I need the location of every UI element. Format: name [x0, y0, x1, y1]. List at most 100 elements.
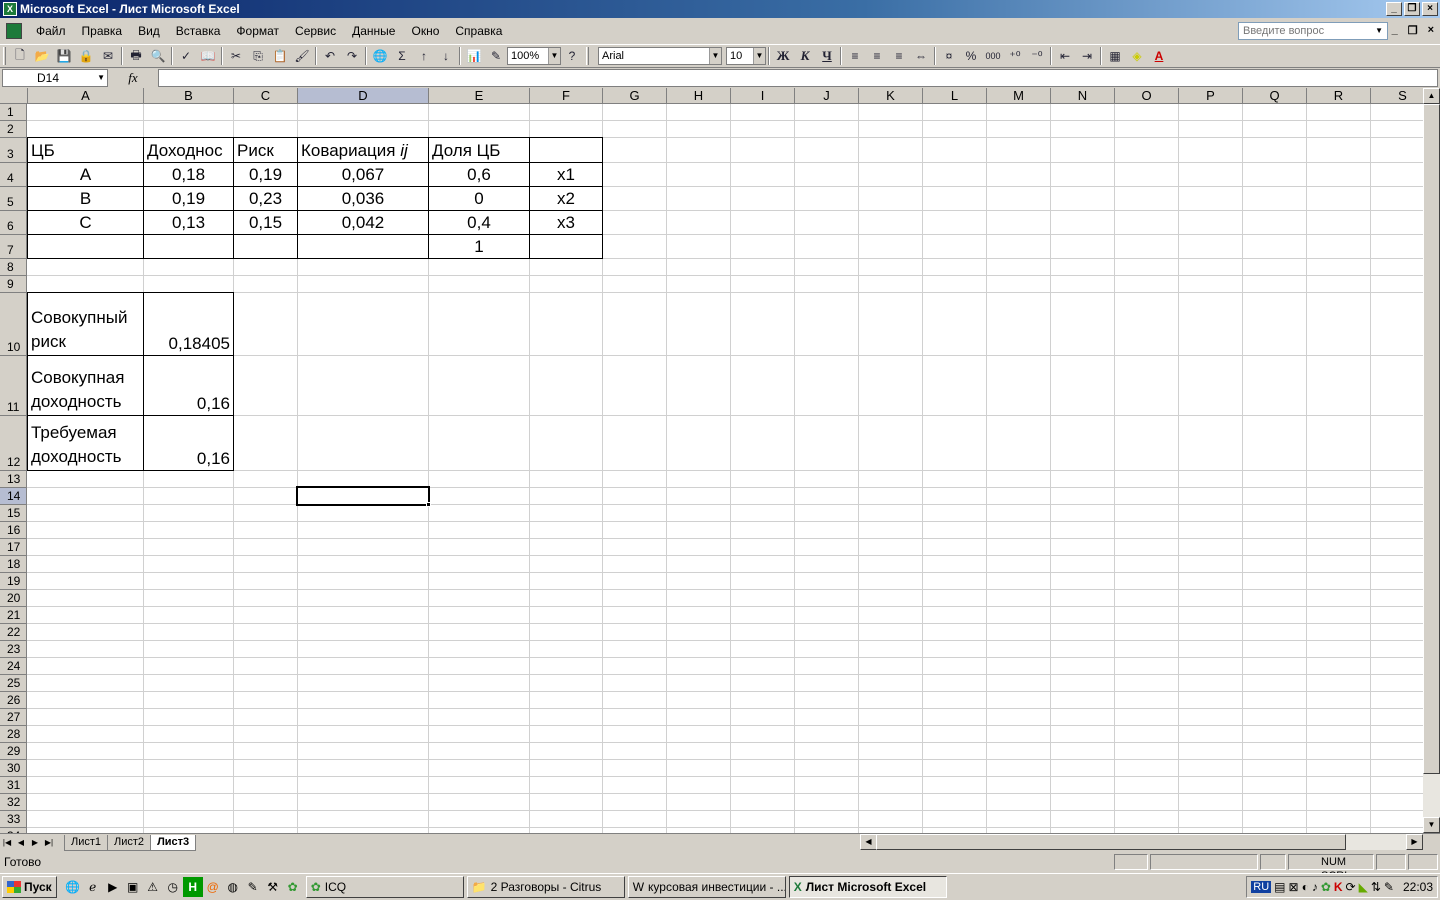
nvidia-icon[interactable]: ◣	[1359, 880, 1368, 894]
row-header-4[interactable]: 4	[0, 163, 27, 187]
cell-f6[interactable]: x3	[530, 211, 602, 234]
help-question-input[interactable]: Введите вопрос ▼	[1238, 22, 1388, 40]
cell-d3[interactable]: Ковариация ij	[298, 138, 428, 162]
task-word-document[interactable]: Wкурсовая инвестиции - ...	[627, 876, 786, 898]
cell-e6[interactable]: 0,4	[429, 211, 529, 234]
spelling-icon[interactable]: ✓	[175, 46, 197, 66]
doc-minimize-button[interactable]: _	[1392, 24, 1398, 37]
chart-wizard-icon[interactable]: 📊	[463, 46, 485, 66]
cell-e3[interactable]: Доля ЦБ	[429, 138, 529, 162]
row-header-14[interactable]: 14	[0, 488, 27, 505]
cell-b4[interactable]: 0,18	[144, 163, 233, 186]
cell-c5[interactable]: 0,23	[234, 187, 297, 210]
globe-icon[interactable]: ◍	[223, 877, 243, 897]
menu-tools[interactable]: Сервис	[287, 21, 344, 41]
scroll-left-icon[interactable]: ◀	[860, 834, 877, 850]
menu-help[interactable]: Справка	[447, 21, 510, 41]
autosum-icon[interactable]: Σ	[391, 46, 413, 66]
row-header-33[interactable]: 33	[0, 811, 27, 828]
insert-function-icon[interactable]: fx	[108, 70, 158, 86]
cell-b11[interactable]: 0,16	[144, 356, 233, 415]
close-button[interactable]: ×	[1422, 2, 1438, 16]
transfer-icon[interactable]: ⇅	[1371, 880, 1381, 894]
undo-icon[interactable]: ↶	[319, 46, 341, 66]
chevron-down-icon[interactable]: ▼	[709, 48, 721, 64]
font-size-select[interactable]: 10 ▼	[726, 47, 766, 65]
browser-icon[interactable]: 🌐	[63, 877, 83, 897]
worksheet-grid[interactable]: A B C D E F G H I J K L M N O P Q R S 1 2 3 4 5 6 7 8 9 10 11 12 13 14 15…	[0, 88, 1423, 833]
column-header-c[interactable]: C	[234, 88, 298, 104]
menu-view[interactable]: Вид	[130, 21, 168, 41]
column-header-a[interactable]: A	[28, 88, 144, 104]
name-box[interactable]: D14 ▼	[2, 69, 108, 87]
column-header-b[interactable]: B	[144, 88, 234, 104]
research-icon[interactable]: 📖	[197, 46, 219, 66]
column-header-e[interactable]: E	[429, 88, 530, 104]
menu-window[interactable]: Окно	[403, 21, 447, 41]
cell-c6[interactable]: 0,15	[234, 211, 297, 234]
column-header-m[interactable]: M	[987, 88, 1051, 104]
cell-e7[interactable]: 1	[429, 235, 529, 258]
align-left-icon[interactable]: ≡	[844, 46, 866, 66]
row-header-31[interactable]: 31	[0, 777, 27, 794]
sheet-tab-3[interactable]: Лист3	[150, 834, 197, 851]
restore-button[interactable]: ❐	[1404, 2, 1420, 16]
row-header-21[interactable]: 21	[0, 607, 27, 624]
doc-close-button[interactable]: ×	[1428, 24, 1434, 37]
icq-flower-icon[interactable]: ✿	[283, 877, 303, 897]
row-header-26[interactable]: 26	[0, 692, 27, 709]
cell-b10[interactable]: 0,18405	[144, 293, 233, 355]
column-header-h[interactable]: H	[667, 88, 731, 104]
row-header-29[interactable]: 29	[0, 743, 27, 760]
row-header-16[interactable]: 16	[0, 522, 27, 539]
cut-icon[interactable]: ✂	[225, 46, 247, 66]
pencil-icon[interactable]: ✎	[243, 877, 263, 897]
cell-a10[interactable]: Совокупный риск	[28, 293, 143, 355]
sheet-tab-1[interactable]: Лист1	[64, 834, 109, 851]
scroll-up-icon[interactable]: ▲	[1423, 88, 1440, 104]
merge-center-icon[interactable]: ⇔	[910, 46, 932, 66]
prev-sheet-icon[interactable]: ◀	[14, 838, 28, 847]
chevron-down-icon[interactable]: ▼	[548, 48, 560, 64]
next-sheet-icon[interactable]: ▶	[28, 838, 42, 847]
hyperlink-icon[interactable]: 🌐	[369, 46, 391, 66]
first-sheet-icon[interactable]: |◀	[0, 838, 14, 847]
chevron-down-icon[interactable]: ▼	[97, 70, 105, 86]
internet-explorer-icon[interactable]: ℯ	[83, 877, 103, 897]
row-header-23[interactable]: 23	[0, 641, 27, 658]
font-name-select[interactable]: Arial ▼	[598, 47, 722, 65]
row-header-22[interactable]: 22	[0, 624, 27, 641]
menu-format[interactable]: Формат	[228, 21, 287, 41]
row-header-8[interactable]: 8	[0, 259, 27, 276]
row-header-5[interactable]: 5	[0, 187, 27, 211]
cell-a12[interactable]: Требуемая доходность	[28, 416, 143, 470]
column-header-g[interactable]: G	[603, 88, 667, 104]
row-header-11[interactable]: 11	[0, 356, 27, 416]
column-header-i[interactable]: I	[731, 88, 795, 104]
k-app-icon[interactable]: K	[1334, 880, 1343, 894]
paste-icon[interactable]: 📋	[269, 46, 291, 66]
desktop-icon[interactable]: ▣	[123, 877, 143, 897]
percent-style-button[interactable]: %	[960, 46, 982, 66]
row-header-7[interactable]: 7	[0, 235, 27, 259]
row-header-2[interactable]: 2	[0, 121, 27, 138]
italic-button[interactable]: К	[794, 46, 816, 66]
cell-e5[interactable]: 0	[429, 187, 529, 210]
task-excel[interactable]: X Лист Microsoft Excel	[788, 876, 947, 898]
underline-button[interactable]: Ч	[816, 46, 838, 66]
save-icon[interactable]: 💾	[53, 46, 75, 66]
cell-f4[interactable]: x1	[530, 163, 602, 186]
last-sheet-icon[interactable]: ▶|	[42, 838, 56, 847]
open-folder-icon[interactable]: 📂	[31, 46, 53, 66]
cell-e4[interactable]: 0,6	[429, 163, 529, 186]
sort-ascending-icon[interactable]: ↑	[413, 46, 435, 66]
language-indicator[interactable]: RU	[1251, 881, 1272, 893]
workbook-icon[interactable]	[6, 23, 22, 39]
cell-b5[interactable]: 0,19	[144, 187, 233, 210]
fill-color-icon[interactable]: ◈	[1126, 46, 1148, 66]
cell-a6[interactable]: C	[28, 211, 143, 234]
cell-b12[interactable]: 0,16	[144, 416, 233, 470]
volume-icon[interactable]: ♪	[1312, 880, 1318, 894]
h-app-icon[interactable]: H	[182, 877, 203, 897]
column-header-f[interactable]: F	[530, 88, 603, 104]
